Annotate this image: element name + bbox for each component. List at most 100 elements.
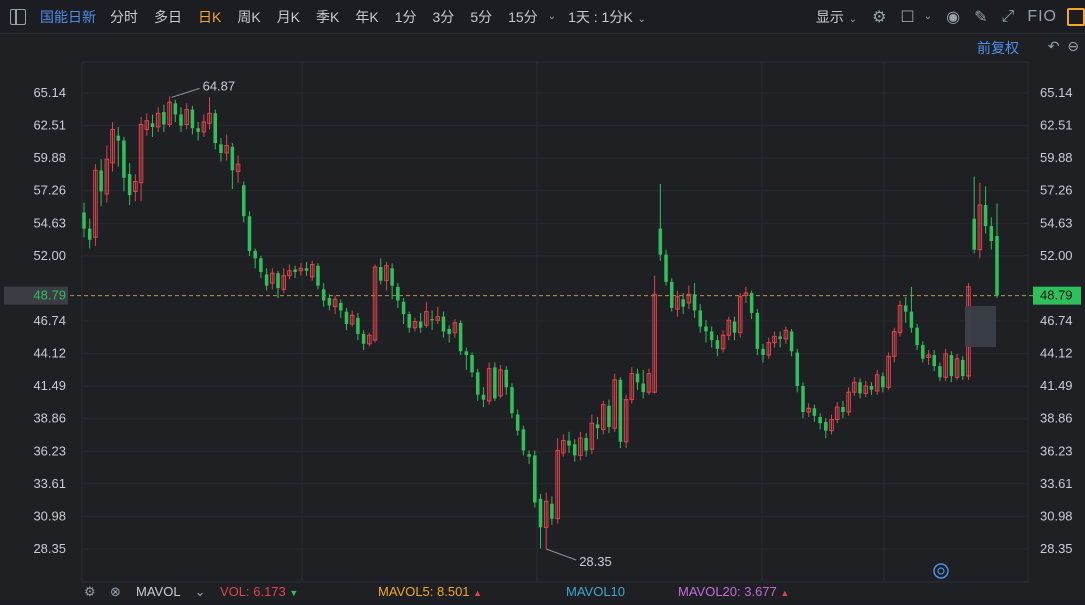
period-tab-15min[interactable]: 15分 [500,7,546,27]
candle-body [664,254,668,282]
candle-body [179,114,183,126]
display-label: 显示 [815,8,844,25]
candle-body [824,421,828,431]
candle-body [447,328,451,334]
camera-icon[interactable]: ◉ [932,7,967,27]
candle-body [481,394,486,400]
sidebar-toggle-icon[interactable] [10,8,26,25]
candle-body [527,454,531,457]
candle-body [510,387,514,414]
candle-body [789,331,794,352]
mavol-chevron-down-icon: ⌄ [194,584,206,599]
candle-body [276,273,280,289]
chart-area[interactable]: 65.14 65.14 62.51 62.51 59.88 59.88 57.26 57.26… [0,34,1085,600]
checkbox-icon[interactable]: ☐ [893,7,921,27]
candle-body [321,289,326,301]
period-tab-weekly[interactable]: 周K [229,7,268,27]
mavol20-up-arrow-icon: ▲ [780,588,790,598]
price-range-highlight [965,306,996,347]
candlestick-chart[interactable]: 65.14 65.14 62.51 62.51 59.88 59.88 57.26 57.26… [0,34,1085,600]
y-tick-label-left: 30.98 [33,508,66,523]
period-tab-quarterly[interactable]: 季K [308,7,347,27]
candle-body [396,286,400,301]
candle-body [213,113,218,144]
candle-body [521,429,526,451]
y-tick-label-left: 44.12 [33,346,66,361]
minus-circle-icon[interactable]: ⊖ [1067,38,1079,54]
candle-body [938,366,942,378]
period-tab-monthly[interactable]: 月K [269,7,308,27]
stock-title[interactable]: 国能日新 [36,7,102,27]
candle-body [304,268,309,271]
candle-body [801,386,805,413]
period-tab-yearly[interactable]: 年K [347,7,386,27]
y-tick-label-right: 44.12 [1040,346,1073,361]
candle-body [658,228,663,255]
candle-body [173,103,178,115]
low-price-label: 28.35 [579,554,612,569]
candle-body [127,174,132,196]
mavol-selector[interactable]: MAVOL ⌄ [136,584,205,600]
candle-body [795,352,800,387]
candle-body [550,503,554,519]
y-tick-label-left: 62.51 [33,118,66,133]
y-tick-label-left: 54.63 [33,215,66,230]
mavol20-label: MAVOL20: 3.677 ▲ [678,584,789,599]
candle-body [858,382,862,394]
period-tab-multiday[interactable]: 多日 [146,7,190,27]
gear-icon[interactable]: ⚙ [865,7,893,27]
toolbar-right: 显示 ⌄ ⚙ ☐ ⌄ ◉ ✎ ⤢ FIO [808,0,1085,33]
candle-body [219,144,223,153]
checkbox-chevron-down-icon[interactable]: ⌄ [924,11,932,22]
close-icon[interactable]: ⊗ [110,584,121,600]
candle-body [99,170,103,192]
period-tab-5min[interactable]: 5分 [462,7,500,27]
vol-label: VOL: 6.173 ▼ [220,584,298,599]
candle-body [881,376,885,388]
more-periods-chevron-icon[interactable]: ⌄ [548,11,556,22]
settings-icon[interactable]: ⚙ [84,584,96,600]
range-label: 1天 : 1分K [568,8,633,25]
candle-body [458,322,463,352]
candle-body [749,293,754,313]
candle-body [681,299,685,307]
y-tick-label-right: 65.14 [1040,85,1073,100]
fullscreen-icon[interactable]: ⤢ [995,8,1022,26]
period-tab-3min[interactable]: 3分 [425,7,463,27]
y-tick-label-left: 41.49 [33,378,66,393]
display-chevron-down-icon: ⌄ [845,13,858,25]
candle-body [812,408,817,416]
y-tick-label-left: 52.00 [33,248,66,263]
period-tab-daily[interactable]: 日K [190,7,229,27]
panel-toggle-icon[interactable] [1067,7,1085,26]
mavol-label: MAVOL [136,584,181,599]
candle-body [344,311,349,325]
vol-value: VOL: 6.173 [220,584,286,599]
price-adjust-button[interactable]: 前复权 [977,38,1019,58]
candle-body [196,128,200,132]
range-selector[interactable]: 1天 : 1分K ⌄ [556,7,654,27]
pencil-icon[interactable]: ✎ [967,7,994,27]
y-tick-label-right: 36.23 [1040,443,1073,458]
candle-body [669,281,674,308]
candle-body [162,112,166,125]
candle-body [259,258,263,272]
candle-body [293,269,297,272]
candle-body [989,226,994,241]
period-tab-1min[interactable]: 1分 [387,7,425,27]
candle-body [635,373,640,383]
mavol5-up-arrow-icon: ▲ [473,588,483,598]
display-menu[interactable]: 显示 ⌄ [808,7,865,27]
chart-tool-icons: ↶ ⊖ [1048,38,1079,55]
toolbar: 国能日新 分时 多日 日K 周K 月K 季K 年K 1分 3分 5分 15分 ⌄… [0,0,1085,34]
candle-body [470,355,474,373]
period-tab-intraday[interactable]: 分时 [102,7,146,27]
candle-body [407,314,412,328]
candle-body [921,345,925,359]
candle-body [709,331,714,341]
undo-icon[interactable]: ↶ [1048,38,1060,54]
fio-label[interactable]: FIO [1021,8,1063,26]
candle-body [356,317,360,334]
candle-body [316,265,320,286]
candle-body [778,336,782,339]
